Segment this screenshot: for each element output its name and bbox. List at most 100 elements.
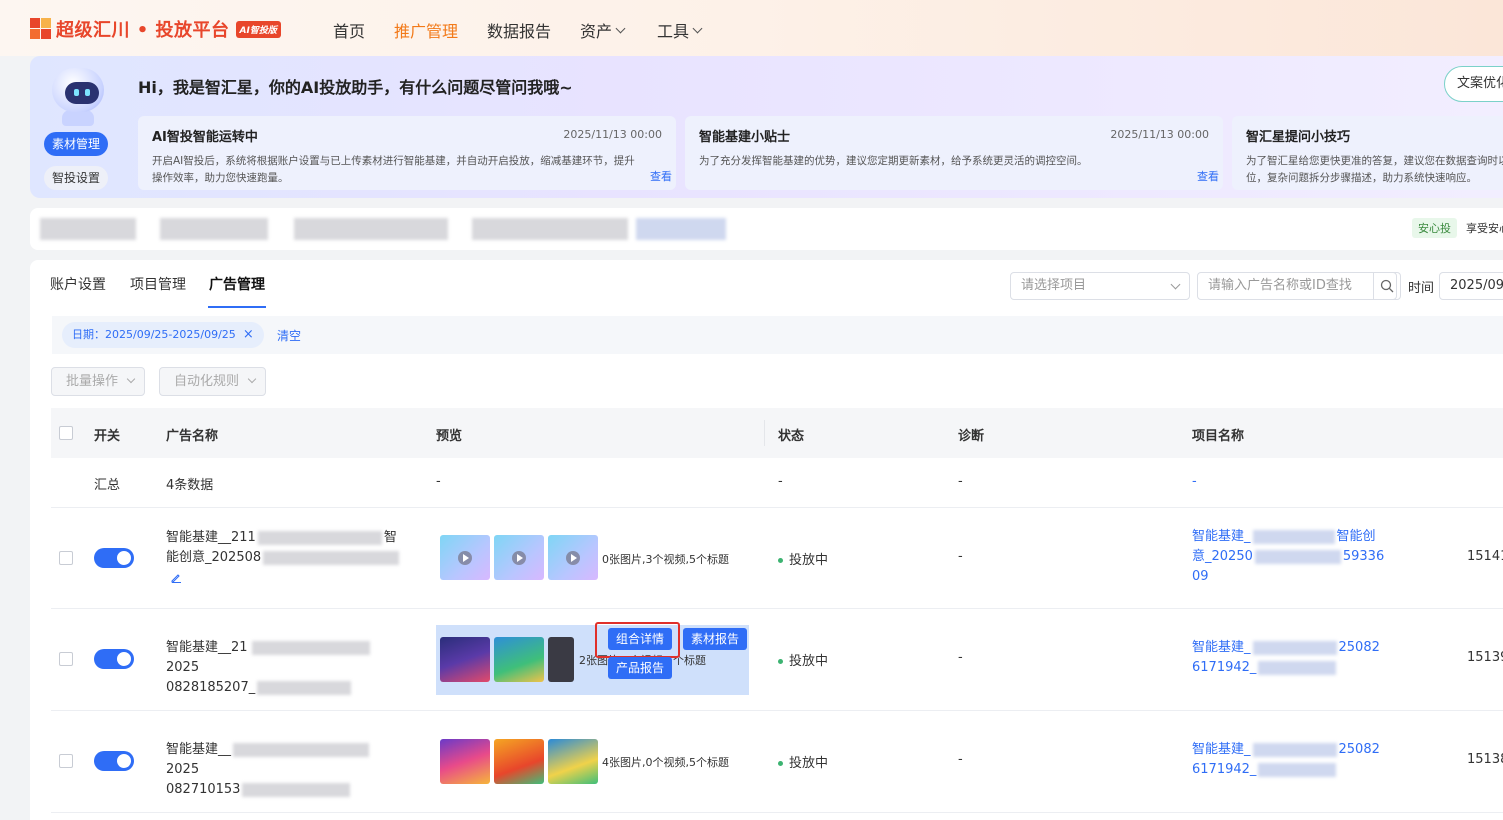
preview-summary: 0张图片,3个视频,5个标题: [602, 553, 729, 566]
tip-card-ai-running: AI智投智能运转中 2025/11/13 00:00 开启AI智投后，系统将根据…: [138, 116, 676, 190]
image-thumbnail[interactable]: [440, 739, 490, 784]
tip-title: 智汇星提问小技巧: [1246, 130, 1351, 145]
summary-preview: -: [436, 474, 441, 489]
tip-view-link[interactable]: 查看: [650, 168, 672, 184]
ad-id: 15138: [1467, 752, 1503, 767]
summary-status: -: [778, 474, 783, 489]
video-thumbnail[interactable]: [548, 637, 574, 682]
time-picker[interactable]: 2025/09/25: [1439, 272, 1503, 300]
video-thumbnail[interactable]: [440, 535, 490, 580]
safe-delivery-tag: 安心投: [1412, 218, 1457, 238]
tab-ad-management[interactable]: 广告管理: [209, 274, 265, 294]
robot-avatar-icon: [48, 66, 108, 128]
auto-rule-button[interactable]: 自动化规则: [159, 367, 267, 396]
ad-search-input[interactable]: 请输入广告名称或ID查找: [1197, 272, 1397, 300]
redacted-text: [257, 680, 352, 695]
summary-project: -: [1192, 474, 1197, 489]
chevron-down-icon: [1170, 279, 1181, 290]
preview-summary: 4张图片,0个视频,5个标题: [602, 756, 729, 769]
row-checkbox[interactable]: [59, 652, 73, 666]
tip-date: 2025/11/13 00:00: [1110, 128, 1209, 141]
date-filter-text: 日期：2025/09/25-2025/09/25: [72, 328, 236, 341]
redacted-text: [1252, 640, 1337, 655]
redacted-text: [40, 218, 136, 240]
ad-name[interactable]: 智能基建__2025 082710153: [166, 740, 402, 800]
project-name-link[interactable]: 智能基建_ 智能创 意_20250 59336 09: [1192, 527, 1392, 587]
image-thumbnail[interactable]: [548, 739, 598, 784]
tip-body: 为了智汇星给您更快更准的答复，建议您在数据查询时以精准定位，复杂问题拆分步骤描述…: [1246, 155, 1503, 184]
date-filter-chip[interactable]: 日期：2025/09/25-2025/09/25 ×: [62, 322, 264, 348]
row-checkbox[interactable]: [59, 551, 73, 565]
brand-name: 超级汇川 • 投放平台: [56, 20, 230, 41]
safe-delivery-text[interactable]: 享受安心投: [1466, 220, 1503, 236]
play-icon: [512, 551, 526, 565]
ad-name[interactable]: 智能基建__212025 0828185207_: [166, 638, 402, 698]
clear-filters-link[interactable]: 清空: [277, 327, 301, 344]
column-divider[interactable]: [764, 420, 765, 446]
top-navigation: 超级汇川 • 投放平台 AI智投版 首页 推广管理 数据报告 资产 工具: [0, 0, 1503, 56]
video-thumbnail[interactable]: [548, 535, 598, 580]
brand-logo[interactable]: 超级汇川 • 投放平台 AI智投版: [30, 16, 281, 42]
chevron-down-icon: [247, 374, 257, 384]
tab-account-settings[interactable]: 账户设置: [50, 274, 106, 294]
redacted-text: [636, 218, 726, 240]
ad-id: 15141: [1467, 549, 1503, 564]
col-status: 状态: [778, 429, 805, 444]
chevron-down-icon: [692, 23, 703, 33]
project-name-link[interactable]: 智能基建_ 25082 6171942_: [1192, 740, 1392, 780]
highlight-box: [595, 622, 680, 658]
batch-operation-button[interactable]: 批量操作: [51, 367, 146, 396]
smart-settings-button[interactable]: 智投设置: [44, 166, 108, 190]
col-preview: 预览: [436, 429, 463, 444]
project-name-link[interactable]: 智能基建_ 25082 6171942_: [1192, 638, 1392, 678]
nav-item-assets[interactable]: 资产: [580, 18, 626, 42]
nav-item-home[interactable]: 首页: [333, 18, 365, 42]
close-icon[interactable]: ×: [243, 322, 254, 348]
redacted-text: [257, 530, 382, 545]
tab-project-management[interactable]: 项目管理: [130, 274, 186, 294]
tip-card-smart-build: 智能基建小贴士 2025/11/13 00:00 为了充分发挥智能基建的优势，建…: [685, 116, 1223, 190]
redacted-text: [472, 218, 628, 240]
search-button[interactable]: [1373, 272, 1401, 300]
play-icon: [458, 551, 472, 565]
tip-view-link[interactable]: 查看: [1197, 168, 1219, 184]
redacted-text: [1258, 762, 1337, 777]
material-management-button[interactable]: 素材管理: [44, 132, 108, 156]
project-select-placeholder: 请选择项目: [1021, 278, 1087, 293]
redacted-text: [1258, 660, 1337, 675]
copy-optimize-button[interactable]: 文案优化: [1444, 66, 1503, 102]
edit-icon[interactable]: [171, 572, 182, 583]
image-thumbnail[interactable]: [494, 637, 544, 682]
nav-item-reports[interactable]: 数据报告: [487, 18, 551, 42]
table-row: 智能基建__211 智 能创意_202508 0张图片,3个视频,5个标题 投放中…: [51, 508, 1503, 609]
status-dot-icon: [778, 761, 783, 766]
redacted-text: [1252, 742, 1337, 757]
ad-switch-toggle[interactable]: [94, 649, 134, 669]
assistant-greeting: Hi，我是智汇星，你的AI投放助手，有什么问题尽管问我哦~: [138, 78, 573, 97]
redacted-text: [1254, 549, 1341, 564]
redacted-text: [242, 782, 351, 797]
nav-item-promotion[interactable]: 推广管理: [394, 18, 458, 42]
summary-row: 汇总 4条数据 - - - -: [51, 458, 1503, 508]
product-report-button[interactable]: 产品报告: [608, 657, 673, 679]
ai-assistant-banner: 素材管理 智投设置 Hi，我是智汇星，你的AI投放助手，有什么问题尽管问我哦~ …: [30, 56, 1503, 198]
row-checkbox[interactable]: [59, 754, 73, 768]
time-label: 时间: [1408, 281, 1435, 296]
ad-name[interactable]: 智能基建__211 智 能创意_202508: [166, 528, 402, 568]
material-report-button[interactable]: 素材报告: [683, 628, 748, 650]
logo-icon: [30, 18, 52, 40]
summary-diagnosis: -: [958, 474, 963, 489]
ad-switch-toggle[interactable]: [94, 751, 134, 771]
diagnosis-text: -: [958, 752, 963, 767]
video-thumbnail[interactable]: [494, 535, 544, 580]
ad-switch-toggle[interactable]: [94, 548, 134, 568]
image-thumbnail[interactable]: [440, 637, 490, 682]
select-all-checkbox[interactable]: [59, 426, 73, 440]
image-thumbnail[interactable]: [494, 739, 544, 784]
redacted-text: [294, 218, 448, 240]
nav-item-tools[interactable]: 工具: [657, 18, 703, 42]
project-select[interactable]: 请选择项目: [1010, 272, 1190, 300]
status-text: 投放中: [778, 752, 828, 771]
chevron-down-icon: [615, 23, 626, 33]
summary-count: 4条数据: [166, 478, 214, 493]
